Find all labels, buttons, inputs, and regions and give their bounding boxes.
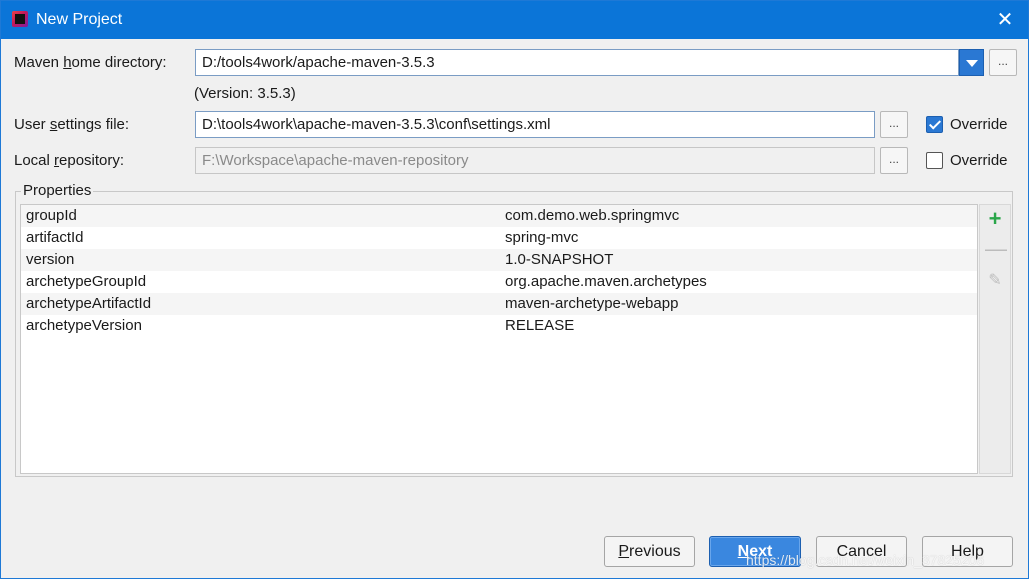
- property-value: maven-archetype-webapp: [505, 295, 679, 312]
- property-key: archetypeVersion: [26, 317, 142, 334]
- user-settings-browse-button[interactable]: ...: [880, 111, 908, 138]
- user-settings-field[interactable]: D:\tools4work\apache-maven-3.5.3\conf\se…: [195, 111, 875, 138]
- plus-icon[interactable]: +: [985, 208, 1005, 230]
- chevron-down-icon[interactable]: [959, 49, 984, 76]
- local-repo-override-label: Override: [950, 152, 1008, 169]
- watermark-text: https://blog.csdn.net/weixin_37825206: [746, 552, 985, 568]
- property-value: 1.0-SNAPSHOT: [505, 251, 614, 268]
- pencil-icon[interactable]: ✎: [985, 271, 1005, 291]
- title-bar: New Project ✕: [1, 1, 1028, 39]
- table-row[interactable]: archetypeVersion RELEASE: [21, 315, 977, 337]
- property-key: groupId: [26, 207, 77, 224]
- maven-version-text: (Version: 3.5.3): [194, 85, 296, 102]
- local-repo-override-checkbox[interactable]: [926, 152, 943, 169]
- table-row[interactable]: archetypeGroupId org.apache.maven.archet…: [21, 271, 977, 293]
- previous-button[interactable]: Previous: [604, 536, 695, 567]
- maven-home-browse-button[interactable]: ...: [989, 49, 1017, 76]
- table-row[interactable]: archetypeArtifactId maven-archetype-weba…: [21, 293, 977, 315]
- property-key: archetypeArtifactId: [26, 295, 152, 312]
- local-repo-browse-button[interactable]: ...: [880, 147, 908, 174]
- table-row[interactable]: version 1.0-SNAPSHOT: [21, 249, 977, 271]
- close-icon[interactable]: ✕: [992, 7, 1018, 33]
- properties-table: groupId com.demo.web.springmvc artifactI…: [20, 204, 978, 474]
- minus-icon[interactable]: —: [985, 238, 1007, 260]
- property-key: artifactId: [26, 229, 84, 246]
- user-settings-override-checkbox[interactable]: [926, 116, 943, 133]
- property-key: archetypeGroupId: [26, 273, 147, 290]
- user-settings-override-label: Override: [950, 116, 1008, 133]
- window-title: New Project: [36, 11, 123, 28]
- property-value: com.demo.web.springmvc: [505, 207, 680, 224]
- table-row[interactable]: groupId com.demo.web.springmvc: [21, 205, 977, 227]
- property-key: version: [26, 251, 75, 268]
- property-value: org.apache.maven.archetypes: [505, 273, 707, 290]
- property-value: spring-mvc: [505, 229, 579, 246]
- maven-home-label: Maven home directory:: [14, 54, 167, 71]
- table-row[interactable]: artifactId spring-mvc: [21, 227, 977, 249]
- new-project-dialog: New Project ✕ Maven home directory: D:/t…: [0, 0, 1029, 579]
- properties-title: Properties: [21, 182, 94, 199]
- user-settings-label: User settings file:: [14, 116, 130, 133]
- local-repo-label: Local repository:: [14, 152, 125, 169]
- property-value: RELEASE: [505, 317, 575, 334]
- local-repo-field[interactable]: F:\Workspace\apache-maven-repository: [195, 147, 875, 174]
- maven-home-field[interactable]: D:/tools4work/apache-maven-3.5.3: [195, 49, 959, 76]
- properties-toolbar: + — ✎: [979, 204, 1011, 474]
- intellij-app-icon: [12, 11, 28, 27]
